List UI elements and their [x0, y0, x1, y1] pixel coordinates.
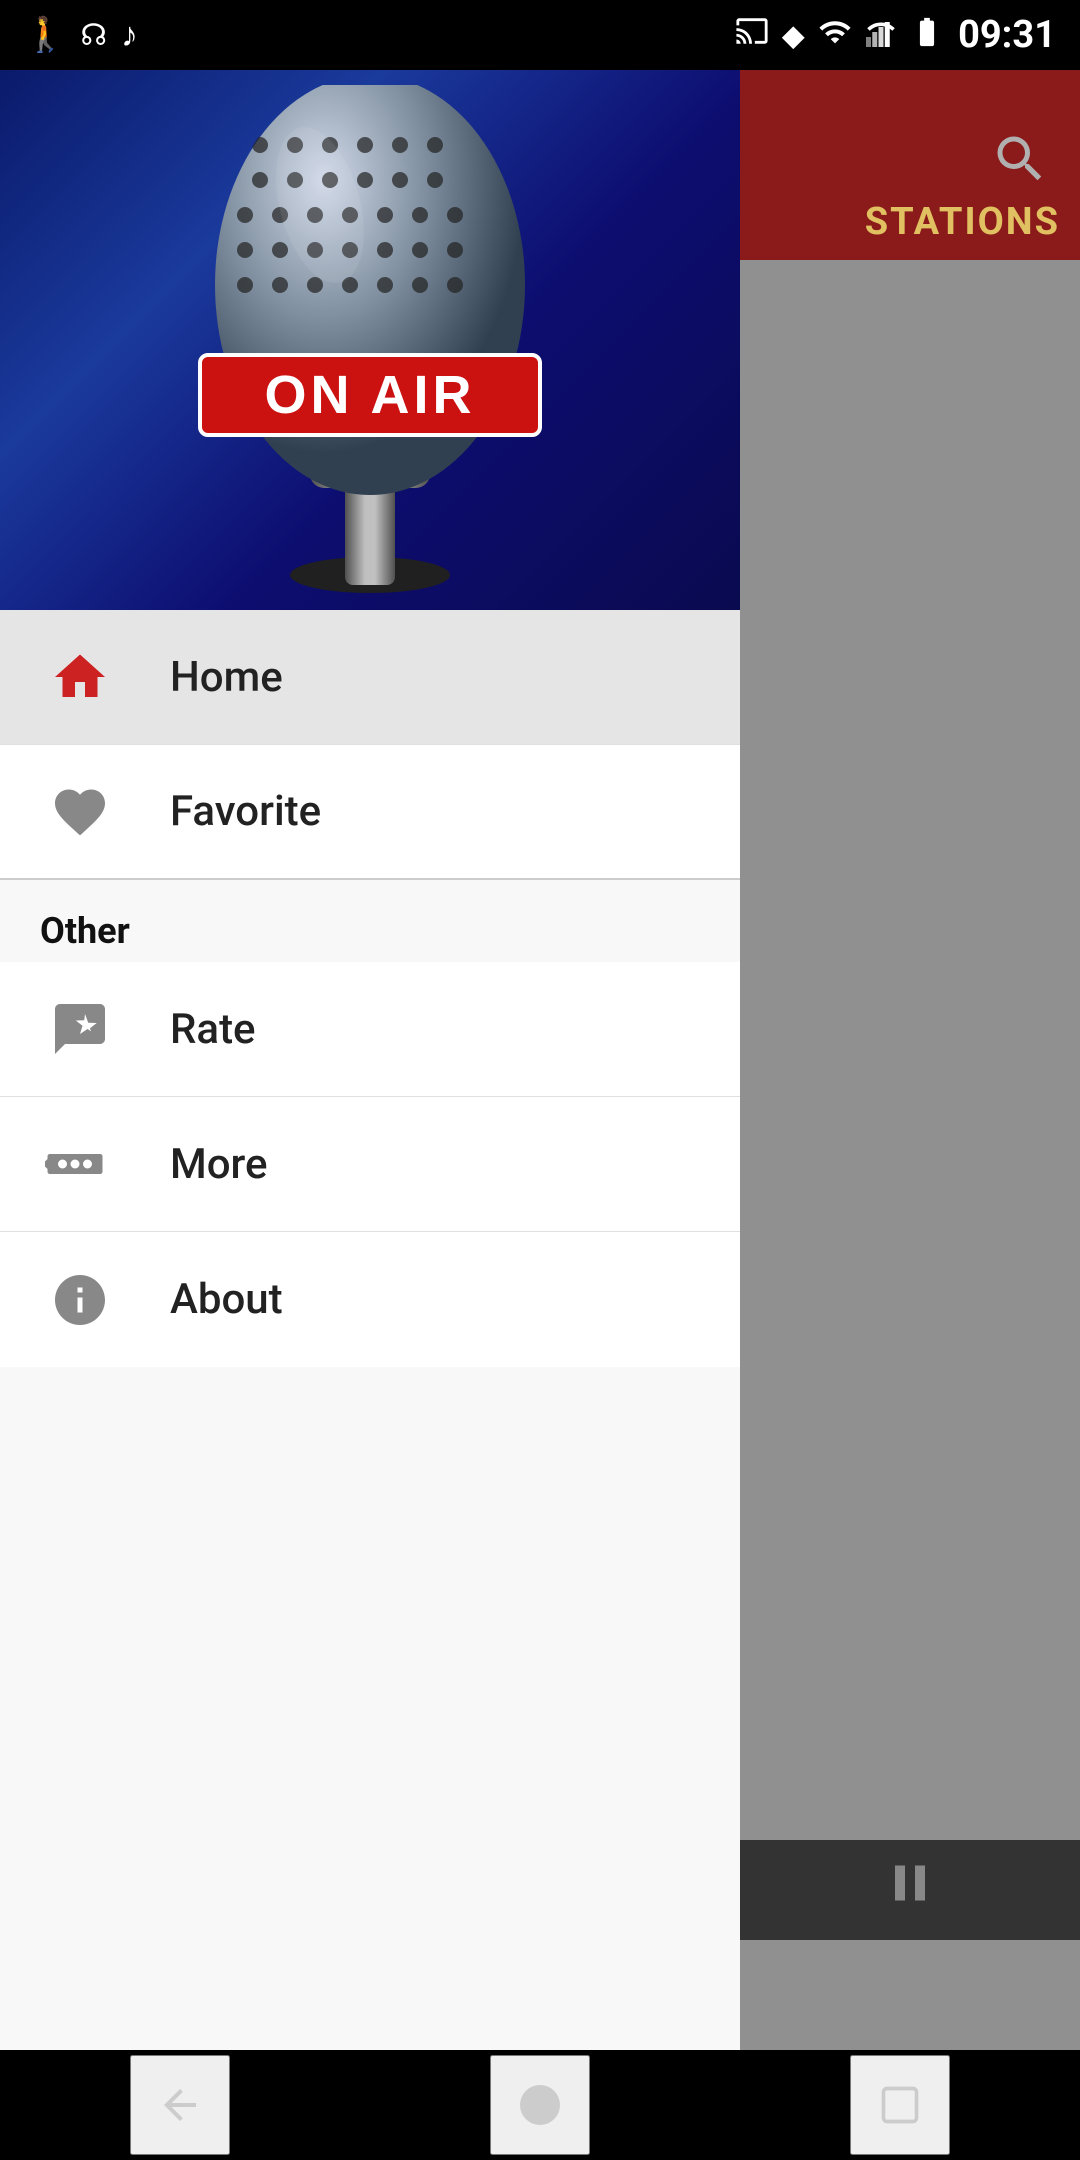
- recent-apps-button[interactable]: [850, 2055, 950, 2155]
- rate-icon: [40, 989, 120, 1069]
- favorite-label: Favorite: [170, 787, 321, 836]
- person-icon: 🚶: [24, 15, 66, 55]
- player-bar: [740, 1840, 1080, 1940]
- menu-item-about[interactable]: About: [0, 1232, 740, 1367]
- right-panel-body: [740, 260, 1080, 2050]
- home-label: Home: [170, 653, 283, 702]
- status-right-icons: ◆ 09:31: [735, 13, 1056, 57]
- menu-item-favorite[interactable]: Favorite: [0, 745, 740, 880]
- music-icon: ♪: [121, 15, 138, 55]
- about-label: About: [170, 1275, 283, 1324]
- navigation-bar: [0, 2050, 1080, 2160]
- back-button[interactable]: [130, 2055, 230, 2155]
- heart-icon: [40, 772, 120, 852]
- right-panel: STATIONS: [740, 70, 1080, 2050]
- location-icon: ◆: [783, 19, 805, 52]
- rate-label: Rate: [170, 1005, 256, 1054]
- microphone-image: ON AIR: [0, 70, 740, 610]
- status-bar: 🚶 ☊ ♪ ◆ 09:31: [0, 0, 1080, 70]
- other-section-header: Other: [0, 880, 740, 962]
- svg-text:ON AIR: ON AIR: [265, 365, 476, 425]
- app-container: ON AIR Home: [0, 70, 1080, 2050]
- wifi-icon: [818, 15, 852, 56]
- menu-item-rate[interactable]: Rate: [0, 962, 740, 1097]
- home-button[interactable]: [490, 2055, 590, 2155]
- menu-item-home[interactable]: Home: [0, 610, 740, 745]
- right-panel-header: STATIONS: [740, 70, 1080, 260]
- navigation-drawer: ON AIR Home: [0, 70, 740, 2050]
- menu-list: Home Favorite Other: [0, 610, 740, 2050]
- battery-icon: [910, 15, 944, 56]
- info-icon: [40, 1260, 120, 1340]
- home-icon: [40, 637, 120, 717]
- stations-label: STATIONS: [865, 200, 1060, 244]
- signal-icon: [866, 15, 896, 56]
- status-time: 09:31: [958, 13, 1056, 57]
- more-icon: [40, 1124, 120, 1204]
- menu-item-more[interactable]: More: [0, 1097, 740, 1232]
- camera-icon: ☊: [80, 18, 107, 53]
- pause-icon[interactable]: [880, 1853, 940, 1928]
- search-icon[interactable]: [990, 129, 1050, 202]
- cast-icon: [735, 14, 769, 56]
- status-left-icons: 🚶 ☊ ♪: [24, 15, 138, 55]
- hero-banner: ON AIR: [0, 70, 740, 610]
- more-label: More: [170, 1140, 268, 1189]
